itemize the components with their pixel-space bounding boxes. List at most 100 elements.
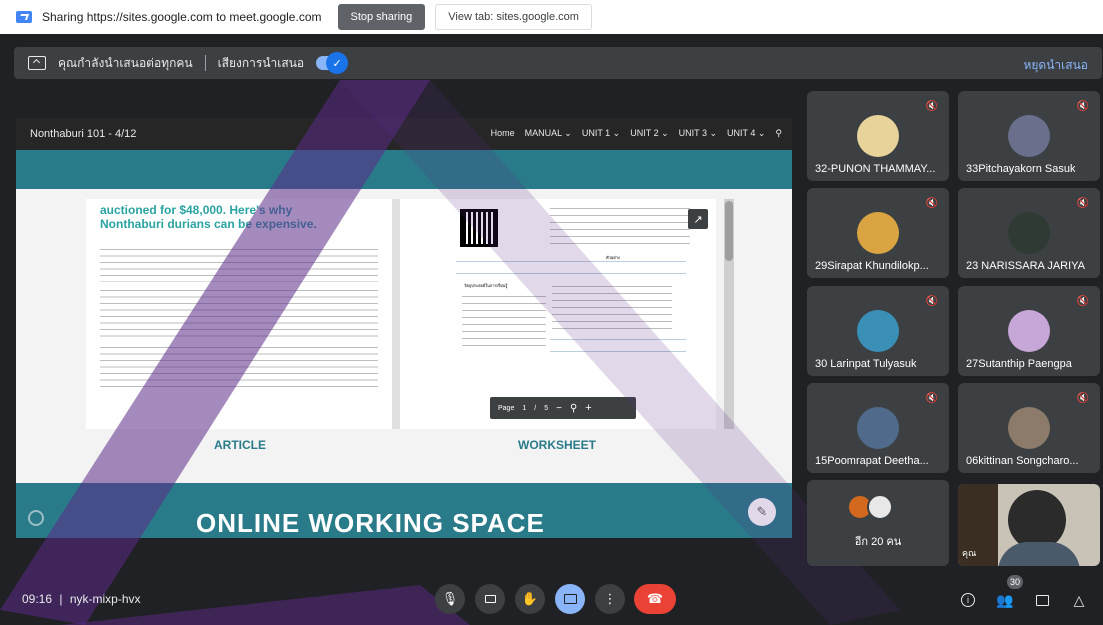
qr-code xyxy=(460,209,498,247)
participant-name: 06kittinan Songcharo... xyxy=(966,455,1079,467)
participant-count-badge: 30 xyxy=(1007,575,1024,589)
participant-tile[interactable]: 🔇 29Sirapat Khundilokp... xyxy=(807,188,949,278)
edit-icon[interactable]: ✎ xyxy=(748,498,776,526)
avatar xyxy=(857,115,899,157)
participant-tile[interactable]: 🔇 27Sutanthip Paengpa xyxy=(958,286,1100,376)
chat-button[interactable] xyxy=(1032,590,1052,610)
stop-sharing-button[interactable]: Stop sharing xyxy=(337,4,426,30)
page-current[interactable]: 1 xyxy=(522,405,526,412)
zoom-fit-icon[interactable]: ⚲ xyxy=(570,403,577,414)
settings-icon[interactable] xyxy=(28,510,44,526)
mic-off-icon: 🔇 xyxy=(1076,197,1090,209)
zoom-out-icon[interactable]: − xyxy=(556,403,562,414)
self-view-tile[interactable]: คุณ xyxy=(958,484,1100,566)
mic-off-icon: 🔇 xyxy=(925,295,939,307)
avatar xyxy=(857,212,899,254)
participant-name: 29Sirapat Khundilokp... xyxy=(815,260,929,272)
nav-home[interactable]: Home xyxy=(491,128,515,139)
chat-icon xyxy=(1035,594,1049,606)
search-icon[interactable]: ⚲ xyxy=(775,128,782,139)
worksheet-objectives-title: วัตถุประสงค์ในการเรียนรู้ xyxy=(464,283,508,288)
avatar xyxy=(1008,212,1050,254)
meeting-time: 09:16 xyxy=(22,592,53,606)
avatar xyxy=(857,407,899,449)
divider: | xyxy=(59,592,63,606)
avatar xyxy=(867,494,893,520)
divider xyxy=(550,339,686,340)
presentation-audio-label: เสียงการนำเสนอ xyxy=(217,55,305,70)
worksheet-bullets xyxy=(550,205,690,247)
worksheet-example-title: ตัวอย่าง xyxy=(606,255,620,260)
mic-icon: 🎙 xyxy=(441,591,459,606)
call-end-icon: ☎ xyxy=(646,591,664,606)
site-banner xyxy=(16,150,792,189)
nav-unit-4[interactable]: UNIT 4 ⌄ xyxy=(727,128,765,139)
page-total: 5 xyxy=(544,404,549,412)
article-text-lines xyxy=(100,344,378,389)
activities-icon: △ xyxy=(1073,591,1085,608)
pdf-page-controls: Page 1 / 5 − ⚲ + xyxy=(490,397,636,419)
check-icon: ✓ xyxy=(326,52,349,74)
stop-presenting-button[interactable]: หยุดนำเสนอ xyxy=(1023,56,1088,75)
participant-tile[interactable]: 🔇 32-PUNON THAMMAY... xyxy=(807,91,949,181)
zoom-in-icon[interactable]: + xyxy=(585,402,591,414)
site-title[interactable]: Nonthaburi 101 - 4/12 xyxy=(30,128,136,140)
open-in-new-icon[interactable]: ↗ xyxy=(688,209,708,229)
article-text-lines xyxy=(100,246,378,282)
present-button[interactable] xyxy=(555,584,585,614)
avatar xyxy=(857,310,899,352)
meeting-details-button[interactable]: i xyxy=(958,590,978,610)
presenting-banner: คุณกำลังนำเสนอต่อทุกคน เสียงการนำเสนอ ✓ … xyxy=(14,47,1102,79)
nav-unit-1[interactable]: UNIT 1 ⌄ xyxy=(582,128,620,139)
self-avatar xyxy=(1008,490,1066,550)
mic-button[interactable]: 🎙 xyxy=(435,584,465,614)
page-separator: / xyxy=(534,404,537,412)
divider xyxy=(550,351,686,352)
meeting-code[interactable]: nyk-mixp-hvx xyxy=(70,592,141,606)
online-working-space-title: ONLINE WORKING SPACE xyxy=(196,508,545,538)
divider xyxy=(456,261,686,262)
nav-manual[interactable]: MANUAL ⌄ xyxy=(525,128,572,139)
screen-share-icon xyxy=(16,11,32,23)
more-participants-tile[interactable]: อีก 20 คน xyxy=(807,480,949,566)
camera-icon xyxy=(484,595,496,603)
presentation-audio-toggle[interactable]: ✓ xyxy=(316,52,349,74)
worksheet-label: WORKSHEET xyxy=(518,438,596,452)
scrollbar-thumb[interactable] xyxy=(725,201,733,261)
nav-unit-2[interactable]: UNIT 2 ⌄ xyxy=(630,128,668,139)
people-icon: 👥 xyxy=(996,591,1014,608)
participant-tile[interactable]: 🔇 06kittinan Songcharo... xyxy=(958,383,1100,473)
self-shirt xyxy=(998,542,1080,566)
activities-button[interactable]: △ xyxy=(1069,590,1089,610)
site-header: Nonthaburi 101 - 4/12 Home MANUAL ⌄ UNIT… xyxy=(16,118,792,150)
article-byline-placeholder xyxy=(100,237,378,242)
article-label: ARTICLE xyxy=(214,438,266,452)
camera-button[interactable] xyxy=(475,584,505,614)
page-label: Page xyxy=(498,404,515,412)
participant-name: 27Sutanthip Paengpa xyxy=(966,358,1072,370)
article-page: auctioned for $48,000. Here's why Nontha… xyxy=(86,199,392,429)
screen-share-bar: Sharing https://sites.google.com to meet… xyxy=(0,0,1103,34)
nav-unit-3[interactable]: UNIT 3 ⌄ xyxy=(679,128,717,139)
divider xyxy=(204,55,206,71)
avatar xyxy=(1008,115,1050,157)
participant-tile[interactable]: 🔇 23 NARISSARA JARIYA xyxy=(958,188,1100,278)
present-to-all-icon xyxy=(28,56,46,70)
leave-call-button[interactable]: ☎ xyxy=(634,584,676,614)
raise-hand-icon: ✋ xyxy=(521,591,539,606)
raise-hand-button[interactable]: ✋ xyxy=(515,584,545,614)
participant-tile[interactable]: 🔇 30 Larinpat Tulyasuk xyxy=(807,286,949,376)
share-message: Sharing https://sites.google.com to meet… xyxy=(42,10,322,24)
mic-off-icon: 🔇 xyxy=(1076,100,1090,112)
view-tab-button[interactable]: View tab: sites.google.com xyxy=(435,4,592,30)
people-button[interactable]: 👥 xyxy=(995,590,1015,610)
info-icon: i xyxy=(961,593,975,607)
participant-tile[interactable]: 🔇 33Pitchayakorn Sasuk xyxy=(958,91,1100,181)
document-scrollbar[interactable] xyxy=(724,199,734,429)
more-options-button[interactable]: ⋮ xyxy=(595,584,625,614)
meeting-info: 09:16 | nyk-mixp-hvx xyxy=(22,592,141,606)
participant-name: 30 Larinpat Tulyasuk xyxy=(815,358,917,370)
participant-tile[interactable]: 🔇 15Poomrapat Deetha... xyxy=(807,383,949,473)
worksheet-page: ตัวอย่าง วัตถุประสงค์ในการเรียนรู้ xyxy=(400,199,716,429)
more-avatars xyxy=(847,494,893,520)
